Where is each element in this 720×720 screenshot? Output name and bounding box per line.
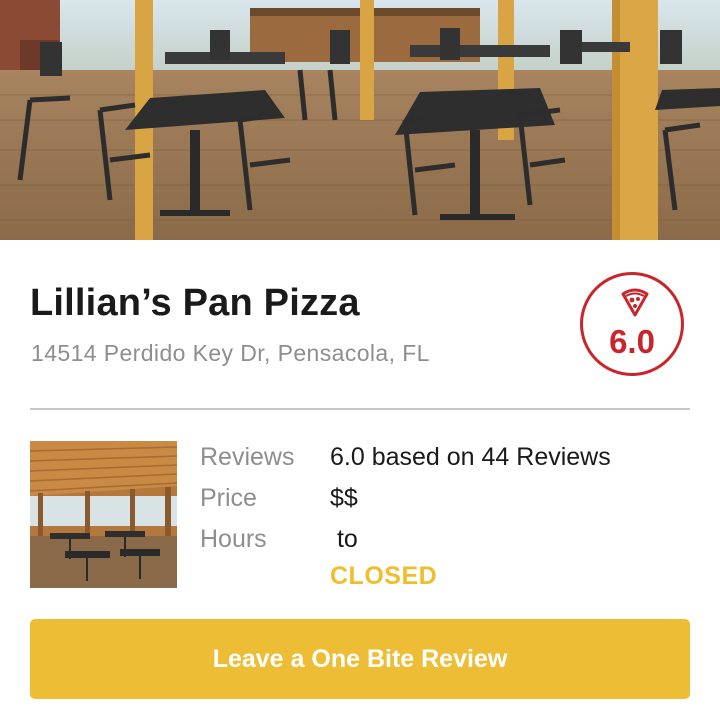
reviews-label: Reviews (200, 443, 295, 471)
restaurant-address: 14514 Perdido Key Dr, Pensacola, FL (31, 340, 430, 366)
restaurant-thumbnail[interactable] (30, 441, 177, 588)
score-value: 6.0 (609, 323, 655, 360)
price-value: $$ (330, 484, 358, 512)
pizza-slice-icon (621, 288, 649, 317)
hours-label: Hours (200, 525, 267, 553)
open-status: CLOSED (330, 562, 438, 590)
reviews-value: 6.0 based on 44 Reviews (330, 443, 611, 471)
section-divider (30, 408, 690, 410)
restaurant-name: Lillian’s Pan Pizza (30, 282, 360, 324)
hero-photo (0, 0, 720, 240)
restaurant-detail-page: Lillian’s Pan Pizza 14514 Perdido Key Dr… (0, 0, 720, 720)
price-label: Price (200, 484, 257, 512)
hours-value: to (330, 525, 358, 553)
leave-review-button[interactable]: Leave a One Bite Review (30, 619, 690, 699)
score-badge: 6.0 (580, 272, 684, 376)
